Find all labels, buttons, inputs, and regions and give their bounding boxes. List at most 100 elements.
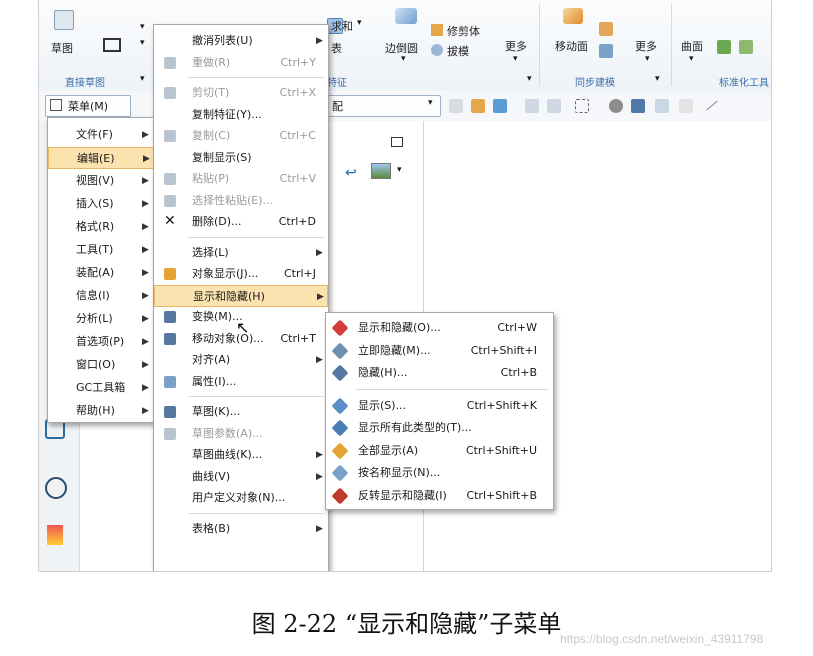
undo-arrow-icon[interactable]: ↩ [345,166,361,180]
show-hide-menu-item[interactable]: 显示(S)... Ctrl+Shift+K [326,395,553,417]
draft-label[interactable]: 拔模 [447,43,469,59]
image-icon[interactable] [371,163,391,179]
box-select-icon[interactable] [575,99,589,113]
edit-menu-item[interactable]: 复制显示(S) [154,147,328,169]
main-menu-item[interactable]: 装配(A) ▶ [48,262,156,284]
sync-modeling-group-label: 同步建模 [575,78,615,89]
rotate-icon[interactable] [679,99,693,113]
filter-icon[interactable] [449,99,463,113]
combo-dropdown-arrow[interactable]: ▾ [428,98,433,108]
main-menu-item[interactable]: 视图(V) ▶ [48,170,156,192]
edge-dropdown-arrow[interactable]: ▾ [401,54,406,64]
show-hide-menu-item[interactable]: 隐藏(H)... Ctrl+B [326,362,553,384]
main-menu-item[interactable]: 插入(S) ▶ [48,193,156,215]
edit-menu-item[interactable]: 对象显示(J)... Ctrl+J [154,263,328,285]
main-menu-item[interactable]: 工具(T) ▶ [48,239,156,261]
feature-group-arrow[interactable]: ▾ [527,74,532,84]
cube-icon[interactable] [631,99,645,113]
show-hide-menu-item[interactable]: 立即隐藏(M)... Ctrl+Shift+I [326,340,553,362]
main-menu-item[interactable]: 窗口(O) ▶ [48,354,156,376]
edit-menu-item[interactable]: 复制特征(Y)... [154,104,328,126]
edit-menu-item[interactable]: 对齐(A) ▶ [154,349,328,371]
draft-icon [431,44,443,56]
rectangle-dropdown-arrow[interactable]: ▾ [140,38,145,48]
edit-menu-item-label: 显示和隐藏(H) [193,289,265,303]
group-dropdown-arrow[interactable]: ▾ [140,74,145,84]
show-hide-menu-item[interactable]: 显示和隐藏(O)... Ctrl+W [326,317,553,339]
edit-menu-item[interactable]: 撤消列表(U) ▶ [154,30,328,52]
menu-button[interactable]: 菜单(M) [45,95,131,117]
edit-menu-item[interactable]: 用户定义对象(N)... [154,487,328,509]
show-hide-menu-item[interactable]: 显示所有此类型的(T)... [326,417,553,439]
edit-menu-item[interactable]: 复制(C) Ctrl+C [154,125,328,147]
sketch-ribbon-button[interactable]: 草图 [45,6,81,66]
shortcut-label: Ctrl+D [278,215,316,228]
more-sync-label[interactable]: 更多 [635,38,657,54]
sketch-more-arrow[interactable]: ▾ [140,22,145,32]
maximize-icon[interactable] [391,137,403,147]
submenu-arrow-icon: ▶ [142,268,149,278]
sum-dropdown-arrow[interactable]: ▾ [357,18,362,28]
shade-icon[interactable] [609,99,623,113]
edit-menu-item[interactable]: 剪切(T) Ctrl+X [154,82,328,104]
show-hide-menu-item[interactable]: 按名称显示(N)... [326,462,553,484]
edge-blend-icon [395,8,417,24]
move-icon[interactable] [655,99,669,113]
menu-separator [356,388,548,390]
surface-arrow[interactable]: ▾ [689,54,694,64]
edit-menu-item[interactable]: 属性(I)... [154,371,328,393]
assembly-filter-combo[interactable]: 配 ▾ [327,95,441,117]
edit-menu-item-label: 重做(R) [192,55,231,69]
role-icon[interactable] [47,525,63,545]
show-hide-menu-item[interactable]: 全部显示(A) Ctrl+Shift+U [326,440,553,462]
std-tool-icon-2[interactable] [739,40,753,54]
more-sync-arrow[interactable]: ▾ [645,54,650,64]
show-hide-item-label: 显示所有此类型的(T)... [358,421,472,434]
edit-menu-item[interactable]: 选择(L) ▶ [154,242,328,264]
menu-separator [188,512,324,514]
main-menu-item-label: 分析(L) [76,312,113,325]
sum-label[interactable]: 求和 [331,18,353,34]
snap-icon[interactable] [493,99,507,113]
main-menu-item[interactable]: 帮助(H) ▶ [48,400,156,422]
edit-menu-item[interactable]: 选择性粘贴(E)... [154,190,328,212]
show-hide-menu-item[interactable]: 反转显示和隐藏(I) Ctrl+Shift+B [326,485,553,507]
offset-face-icon [599,44,613,58]
show-hide-item-label: 立即隐藏(M)... [358,343,431,357]
main-menu-item[interactable]: 信息(I) ▶ [48,285,156,307]
edit-menu-item[interactable]: 草图曲线(K)... ▶ [154,444,328,466]
line-icon[interactable] [547,99,561,113]
edit-menu-item[interactable]: 重做(R) Ctrl+Y [154,52,328,74]
surface-label[interactable]: 曲面 [681,38,703,54]
std-tool-icon-1[interactable] [717,40,731,54]
main-menu-item[interactable]: 首选项(P) ▶ [48,331,156,353]
menu-item-icon [164,470,178,484]
edit-menu-item[interactable]: 草图参数(A)... [154,423,328,445]
select-icon[interactable] [471,99,485,113]
edit-menu-item[interactable]: 显示和隐藏(H) ▶ [154,284,328,307]
edit-menu-item[interactable]: ✕ 删除(D)... Ctrl+D [154,211,328,233]
std-tools-group-label: 标准化工具 [719,78,769,89]
submenu-arrow-icon: ▶ [142,406,149,416]
main-menu-item[interactable]: GC工具箱 ▶ [48,377,156,399]
edit-menu-item[interactable]: 表格(B) ▶ [154,518,328,540]
trim-body-label[interactable]: 修剪体 [447,23,480,39]
main-menu-item[interactable]: 分析(L) ▶ [48,308,156,330]
line-tool-icon[interactable] [706,100,718,111]
rectangle-icon[interactable] [103,38,121,52]
point-icon[interactable] [525,99,539,113]
move-face-label[interactable]: 移动面 [555,38,588,54]
image-dropdown-arrow[interactable]: ▾ [397,165,402,175]
main-menu-item[interactable]: 文件(F) ▶ [48,124,156,146]
history-clock-icon[interactable] [45,477,67,499]
main-menu-item[interactable]: 格式(R) ▶ [48,216,156,238]
sync-group-arrow[interactable]: ▾ [655,74,660,84]
more-features-label[interactable]: 更多 [505,38,527,54]
edit-menu-item[interactable]: 草图(K)... [154,401,328,423]
main-menu-item[interactable]: 编辑(E) ▶ [48,147,156,169]
transform-icon [164,311,176,323]
main-menu-item-label: 窗口(O) [76,358,116,371]
more-features-arrow[interactable]: ▾ [513,54,518,64]
edit-menu-item[interactable]: 粘贴(P) Ctrl+V [154,168,328,190]
edit-menu-item[interactable]: 曲线(V) ▶ [154,466,328,488]
